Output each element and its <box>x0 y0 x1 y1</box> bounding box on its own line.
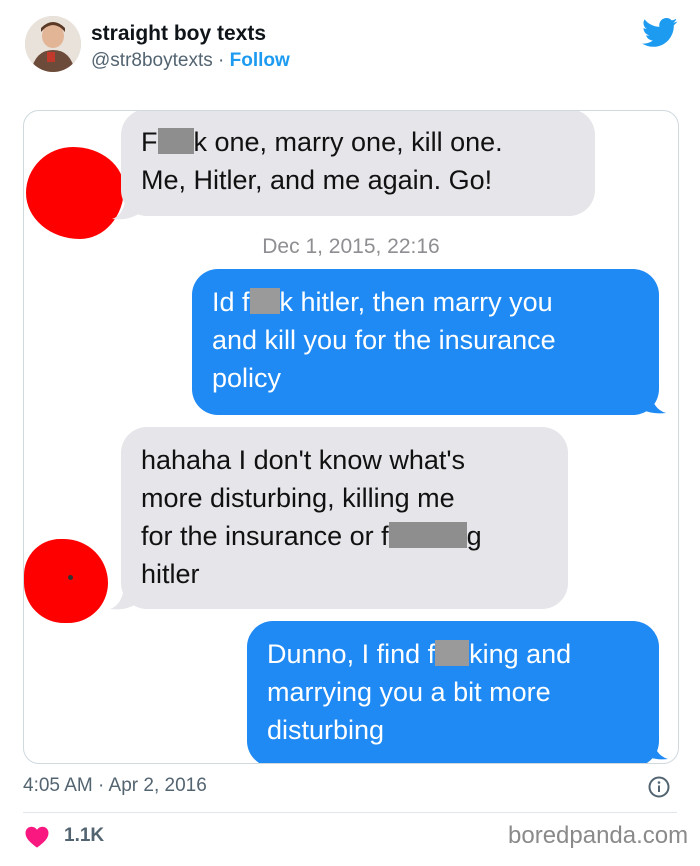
message-line: hahaha I don't know what's <box>141 445 466 475</box>
message-timestamp: Dec 1, 2015, 22:16 <box>262 235 440 258</box>
redaction-dot <box>68 575 73 580</box>
censor-block <box>249 288 280 314</box>
tweet-timestamp[interactable]: 4:05 AM · Apr 2, 2016 <box>23 775 207 797</box>
message-line: Dunno, I find f king and <box>267 639 572 669</box>
follow-button[interactable]: Follow <box>230 50 290 71</box>
tweet-header: straight boy texts @str8boytexts · Follo… <box>0 0 700 100</box>
censor-block <box>435 640 470 666</box>
message-line: for the insurance or fg <box>141 521 482 551</box>
divider <box>23 812 677 813</box>
message-line: policy <box>212 363 282 393</box>
message-bubble-sent[interactable]: Id fk hitler, then marry you and kill yo… <box>192 269 659 415</box>
message-bubble-received[interactable]: hahaha I don't know what's more disturbi… <box>121 427 568 609</box>
message-line: hitler <box>141 559 200 589</box>
like-count[interactable]: 1.1K <box>64 825 104 847</box>
message-bubble-received[interactable]: Fk one, marry one, kill one. Me, Hitler,… <box>121 111 595 216</box>
display-name[interactable]: straight boy texts <box>91 22 266 46</box>
handle[interactable]: @str8boytexts <box>91 50 213 71</box>
censor-block <box>157 128 194 154</box>
separator: · <box>212 50 230 71</box>
heart-icon[interactable] <box>25 826 49 848</box>
info-icon[interactable] <box>648 776 670 798</box>
message-line: Fk one, marry one, kill one. <box>141 127 503 157</box>
watermark: boredpanda.com <box>508 822 689 849</box>
message-line: and kill you for the insurance <box>212 325 556 355</box>
tweet-media-screenshot[interactable]: Fk one, marry one, kill one. Me, Hitler,… <box>23 110 679 764</box>
message-line: more disturbing, killing me <box>141 483 455 513</box>
censor-block <box>388 522 467 548</box>
message-line: marrying you a bit more <box>267 677 551 707</box>
message-line: Me, Hitler, and me again. Go! <box>141 165 493 195</box>
message-line: disturbing <box>267 715 385 745</box>
message-line: Id fk hitler, then marry you <box>212 287 553 317</box>
handle-row: @str8boytexts · Follow <box>91 50 290 72</box>
avatar[interactable] <box>25 16 81 72</box>
redacted-avatar <box>24 539 108 623</box>
message-bubble-sent[interactable]: Dunno, I find f king and marrying you a b… <box>247 621 659 763</box>
twitter-bird-icon[interactable] <box>642 18 678 48</box>
